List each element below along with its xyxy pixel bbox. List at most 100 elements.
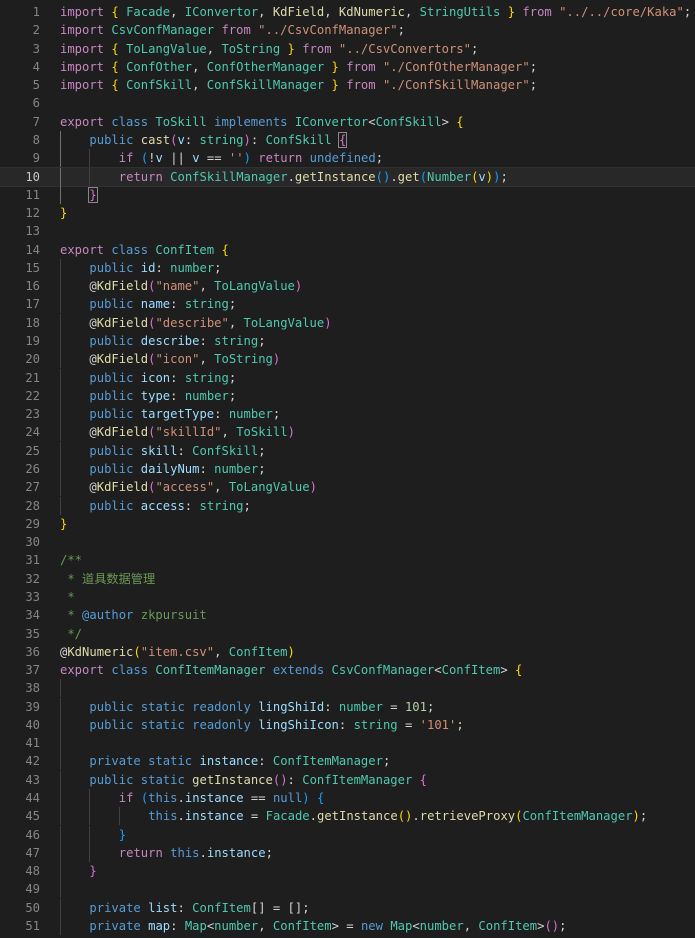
code-text: public id: number; bbox=[89, 259, 221, 277]
code-line[interactable]: 5 import { ConfSkill, ConfSkillManager } … bbox=[0, 76, 695, 94]
code-token: < bbox=[412, 919, 420, 933]
code-line[interactable]: 15 public id: number; bbox=[0, 258, 695, 277]
code-line[interactable]: 17 public name: string; bbox=[0, 295, 695, 314]
code-line[interactable]: 49 bbox=[0, 880, 695, 899]
code-text: public static readonly lingShiIcon: stri… bbox=[89, 716, 463, 734]
code-line[interactable]: 46} bbox=[0, 825, 695, 844]
code-line[interactable]: 23 public targetType: number; bbox=[0, 405, 695, 424]
code-line[interactable]: 3 import { ToLangValue, ToString } from "… bbox=[0, 40, 695, 58]
code-token: import bbox=[60, 41, 105, 56]
line-number: 49 bbox=[25, 882, 40, 897]
code-line[interactable]: 36 @KdNumeric("item.csv", ConfItem) bbox=[0, 643, 695, 661]
code-line[interactable]: 12} bbox=[0, 204, 695, 222]
indent-guide bbox=[118, 807, 120, 826]
line-number: 44 bbox=[25, 791, 40, 806]
code-line[interactable]: 2 import CsvConfManager from "../CsvConfM… bbox=[0, 21, 695, 39]
code-token: KdNumeric bbox=[338, 5, 405, 19]
indent-guide bbox=[60, 258, 61, 277]
code-line[interactable]: 20 @KdField("icon", ToString) bbox=[0, 350, 695, 369]
code-token: class bbox=[111, 663, 149, 678]
code-line[interactable]: 48} bbox=[0, 862, 695, 881]
code-line[interactable]: 13 bbox=[0, 222, 695, 240]
code-line[interactable]: 22 public type: number; bbox=[0, 386, 695, 405]
code-line[interactable]: 38 bbox=[0, 679, 695, 698]
code-line[interactable]: 29} bbox=[0, 515, 695, 533]
code-text: return this.instance; bbox=[119, 844, 273, 862]
code-line[interactable]: 19 public describe: string; bbox=[0, 332, 695, 351]
code-token: @ bbox=[89, 315, 97, 330]
code-token: StringUtils bbox=[419, 5, 501, 19]
code-token: == bbox=[243, 791, 273, 806]
code-line[interactable]: 42 private static instance: ConfItemManag… bbox=[0, 752, 695, 771]
code-text: @KdField("describe", ToLangValue) bbox=[89, 314, 331, 332]
code-line[interactable]: 7 export class ToSkill implements IConver… bbox=[0, 113, 695, 131]
code-line[interactable]: 18 @KdField("describe", ToLangValue) bbox=[0, 313, 695, 332]
code-text: import { ToLangValue, ToString } from ".… bbox=[60, 40, 478, 58]
code-token: "../../core/Kaka" bbox=[559, 5, 684, 19]
code-line[interactable]: 44 if (this.instance == null) { bbox=[0, 789, 695, 808]
indent-guide bbox=[60, 843, 61, 862]
code-token: () bbox=[544, 919, 560, 933]
code-line[interactable]: 1 import { Facade, IConvertor, KdField, K… bbox=[0, 3, 695, 21]
code-line[interactable]: 14 export class ConfItem { bbox=[0, 241, 695, 259]
code-line[interactable]: 25 public skill: ConfSkill; bbox=[0, 441, 695, 460]
code-token: from bbox=[302, 41, 332, 56]
code-line[interactable]: 51 private map: Map<number, ConfItem> = n… bbox=[0, 917, 695, 935]
code-token: if bbox=[118, 791, 134, 806]
code-token: getInstance bbox=[192, 772, 273, 787]
code-line[interactable]: 34 * @author zkpursuit bbox=[0, 606, 695, 624]
code-line[interactable]: 26 public dailyNum: number; bbox=[0, 460, 695, 478]
code-line[interactable]: 24 @KdField("skillId", ToSkill) bbox=[0, 423, 695, 442]
code-text: public targetType: number; bbox=[89, 405, 280, 423]
code-line[interactable]: 8 public cast(v: string): ConfSkill { bbox=[0, 130, 695, 149]
code-line[interactable]: 35 */ bbox=[0, 625, 695, 643]
code-token: : bbox=[250, 132, 266, 147]
code-line[interactable]: 40 public static readonly lingShiIcon: st… bbox=[0, 715, 695, 734]
line-number: 2 bbox=[32, 23, 40, 38]
code-line[interactable]: 9 if (!v || v == '') return undefined; bbox=[0, 149, 695, 168]
code-token: /** bbox=[60, 553, 83, 568]
code-line[interactable]: 16 @KdField("name", ToLangValue) bbox=[0, 277, 695, 296]
code-line[interactable]: 21 public icon: string; bbox=[0, 368, 695, 387]
code-line[interactable]: 39 public static readonly lingShiId: numb… bbox=[0, 697, 695, 716]
code-line[interactable]: 41 bbox=[0, 734, 695, 753]
code-line[interactable]: 43 public static getInstance(): ConfItemM… bbox=[0, 770, 695, 789]
code-line[interactable]: 6 bbox=[0, 94, 695, 112]
code-line[interactable]: 30 bbox=[0, 533, 695, 551]
code-token: } bbox=[89, 864, 97, 879]
code-token: ) bbox=[309, 480, 317, 495]
code-token: () bbox=[397, 809, 413, 824]
code-line[interactable]: 31 /** bbox=[0, 551, 695, 569]
code-line[interactable]: 10 return ConfSkillManager.getInstance().… bbox=[0, 166, 695, 187]
code-token: name bbox=[140, 297, 171, 312]
code-token: ; bbox=[559, 919, 567, 933]
code-token: export bbox=[60, 242, 105, 257]
code-line[interactable]: 28 public access: string; bbox=[0, 496, 695, 515]
code-token: == bbox=[199, 151, 229, 166]
code-line[interactable]: 11} bbox=[0, 185, 695, 204]
code-token: > bbox=[500, 663, 515, 678]
code-line[interactable]: 50 private list: ConfItem[] = []; bbox=[0, 898, 695, 917]
code-line[interactable]: 27 @KdField("access", ToLangValue) bbox=[0, 478, 695, 497]
code-text: } bbox=[88, 186, 98, 204]
code-token: , bbox=[206, 41, 222, 56]
code-line[interactable]: 33 * bbox=[0, 588, 695, 606]
code-editor[interactable]: 1 import { Facade, IConvertor, KdField, K… bbox=[0, 0, 695, 938]
code-line[interactable]: 47 return this.instance; bbox=[0, 843, 695, 862]
code-token: "./ConfOtherManager" bbox=[382, 59, 530, 74]
line-number: 34 bbox=[25, 608, 40, 623]
code-token: ; bbox=[258, 462, 266, 476]
code-line[interactable]: 32 * 道具数据管理 bbox=[0, 570, 695, 588]
code-token: "access" bbox=[155, 480, 215, 495]
code-line[interactable]: 45 this.instance = Facade.getInstance().r… bbox=[0, 807, 695, 826]
line-number: 38 bbox=[25, 681, 40, 696]
code-line[interactable]: 4 import { ConfOther, ConfOtherManager } … bbox=[0, 58, 695, 76]
code-text: * 道具数据管理 bbox=[60, 570, 155, 588]
code-token: string bbox=[199, 498, 244, 513]
line-number: 29 bbox=[25, 516, 40, 531]
code-line[interactable]: 37 export class ConfItemManager extends C… bbox=[0, 661, 695, 679]
